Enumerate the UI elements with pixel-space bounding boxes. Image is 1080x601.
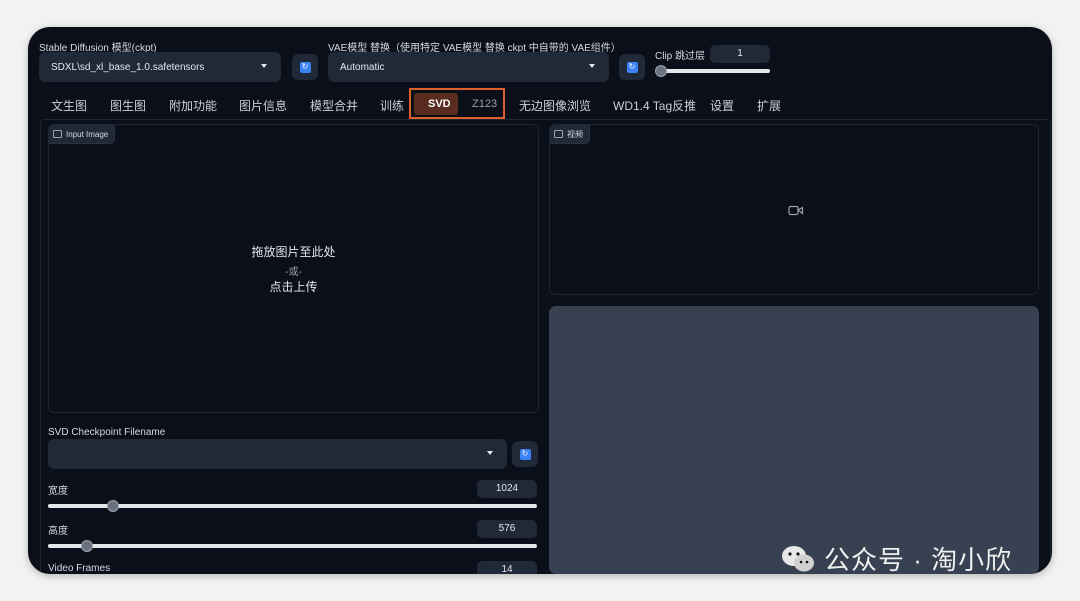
clip-slider[interactable] xyxy=(658,69,770,73)
tab-checkpoint-merger[interactable]: 模型合并 xyxy=(310,97,358,114)
tab-infinite-image-browsing[interactable]: 无边图像浏览 xyxy=(519,97,591,114)
height-label: 高度 xyxy=(48,526,68,537)
tab-img2img[interactable]: 图生图 xyxy=(110,97,146,114)
video-icon xyxy=(554,130,563,138)
drop-text-primary: 拖放图片至此处 xyxy=(251,245,336,259)
chevron-down-icon xyxy=(261,64,267,68)
height-slider-thumb[interactable] xyxy=(81,540,93,552)
model-refresh-button[interactable]: ↻ xyxy=(292,54,318,80)
video-frames-input[interactable]: 14 xyxy=(477,561,537,574)
model-select-value: SDXL\sd_xl_base_1.0.safetensors xyxy=(51,61,205,73)
clip-slider-thumb[interactable] xyxy=(655,65,667,77)
video-panel: 视频 xyxy=(549,124,1039,295)
tab-extras[interactable]: 附加功能 xyxy=(169,97,217,114)
width-value-input[interactable]: 1024 xyxy=(477,480,537,498)
vae-select[interactable]: Automatic xyxy=(328,52,609,82)
width-slider[interactable] xyxy=(48,504,537,508)
video-chip-label: 视频 xyxy=(567,129,583,139)
width-slider-thumb[interactable] xyxy=(107,500,119,512)
tab-z123[interactable]: Z123 xyxy=(472,98,497,110)
output-gallery-panel xyxy=(549,306,1039,574)
height-slider[interactable] xyxy=(48,544,537,548)
tab-svd[interactable]: SVD xyxy=(428,98,451,110)
clip-value-input[interactable]: 1 xyxy=(710,45,770,63)
chevron-down-icon xyxy=(487,451,493,455)
vae-refresh-button[interactable]: ↻ xyxy=(619,54,645,80)
input-image-chip-label: Input Image xyxy=(66,129,109,139)
svd-checkpoint-select[interactable] xyxy=(48,439,507,469)
video-frames-label: Video Frames xyxy=(48,563,111,574)
tab-png-info[interactable]: 图片信息 xyxy=(239,97,287,114)
input-image-chip: Input Image xyxy=(49,125,116,144)
refresh-icon: ↻ xyxy=(519,448,531,460)
watermark-text: 公众号 · 淘小欣 xyxy=(824,545,1013,574)
tab-txt2img[interactable]: 文生图 xyxy=(51,97,87,114)
app-window: Stable Diffusion 模型(ckpt) SDXL\sd_xl_bas… xyxy=(28,27,1052,574)
tab-train[interactable]: 训练 xyxy=(380,97,404,114)
video-chip: 视频 xyxy=(550,125,590,144)
svd-refresh-button[interactable]: ↻ xyxy=(512,441,538,467)
clip-label: Clip 跳过层 xyxy=(655,51,706,62)
width-label: 宽度 xyxy=(48,486,68,497)
watermark: 公众号 · 淘小欣 xyxy=(780,540,1012,574)
image-icon xyxy=(53,130,62,138)
refresh-icon: ↻ xyxy=(299,61,311,73)
tab-settings[interactable]: 设置 xyxy=(710,97,734,114)
tab-wd14-tagger[interactable]: WD1.4 Tag反推 xyxy=(613,97,696,114)
chevron-down-icon xyxy=(589,64,595,68)
drop-text-or: -或- xyxy=(285,267,302,278)
svd-checkpoint-label: SVD Checkpoint Filename xyxy=(48,427,166,438)
refresh-icon: ↻ xyxy=(626,61,638,73)
vae-select-value: Automatic xyxy=(340,61,385,73)
model-select[interactable]: SDXL\sd_xl_base_1.0.safetensors xyxy=(39,52,281,82)
video-camera-icon xyxy=(788,205,804,216)
height-value-input[interactable]: 576 xyxy=(477,520,537,538)
input-image-panel[interactable]: Input Image 拖放图片至此处 -或- 点击上传 xyxy=(48,124,539,413)
wechat-icon xyxy=(782,545,814,571)
drop-text-upload: 点击上传 xyxy=(269,280,318,294)
tab-extensions[interactable]: 扩展 xyxy=(757,97,781,114)
